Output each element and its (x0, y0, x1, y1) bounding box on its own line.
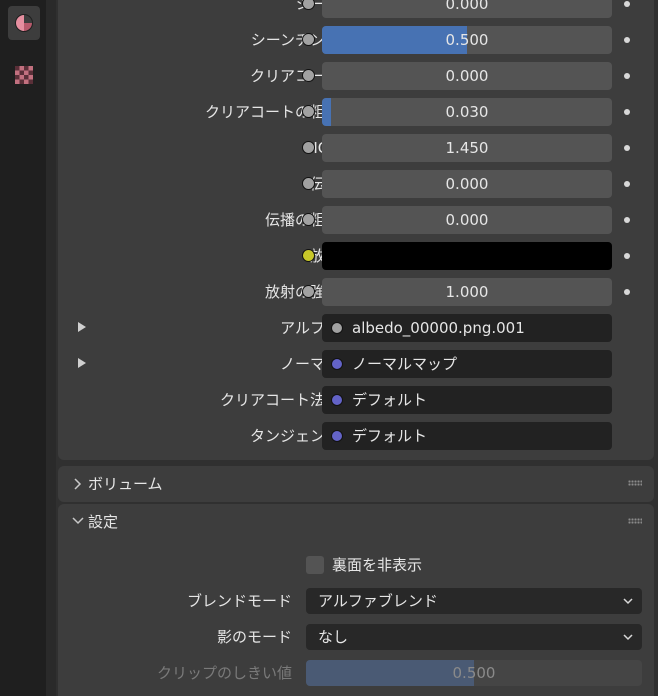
socket-icon (331, 358, 343, 370)
volume-panel-title: ボリューム (88, 475, 163, 493)
shadow-mode-label: 影のモード (216, 628, 292, 646)
keyframe-dot-icon[interactable] (624, 145, 630, 151)
material-icon (15, 14, 33, 32)
property-row: シーン 0.000 (58, 0, 654, 18)
keyframe-dot-icon[interactable] (624, 37, 630, 43)
keyframe-dot-icon[interactable] (624, 289, 630, 295)
slider-value: 0.500 (445, 31, 489, 49)
linked-input-field[interactable]: albedo_00000.png.001 (322, 314, 612, 342)
linked-input-field[interactable]: デフォルト (322, 422, 612, 450)
keyframe-dot-icon[interactable] (624, 109, 630, 115)
settings-panel-header[interactable]: 設定 (58, 504, 654, 540)
value-slider[interactable]: 0.000 (322, 0, 612, 18)
socket-icon[interactable] (302, 285, 315, 298)
settings-panel-title: 設定 (88, 513, 119, 531)
texture-tab[interactable] (8, 58, 40, 92)
keyframe-dot-icon[interactable] (624, 73, 630, 79)
slider-value: 1.450 (445, 139, 489, 157)
tab-strip-gap (46, 0, 56, 696)
clip-threshold-label: クリップのしきい値 (156, 664, 292, 682)
linked-input-value: デフォルト (352, 391, 428, 409)
texture-checker-icon (15, 66, 33, 84)
property-row: 放射の強さ1.000 (58, 278, 654, 306)
keyframe-dot-icon[interactable] (624, 253, 630, 259)
linked-input-value: albedo_00000.png.001 (352, 319, 525, 337)
property-row: クリアコートの粗さ 0.030 (58, 98, 654, 126)
blend-mode-value: アルファブレンド (318, 592, 438, 610)
slider-value: 0.030 (445, 103, 489, 121)
slider-value: 0.000 (445, 0, 489, 13)
clip-threshold-value: 0.500 (452, 664, 496, 682)
value-slider[interactable]: 1.450 (322, 134, 612, 162)
socket-icon (331, 394, 343, 406)
keyframe-dot-icon[interactable] (624, 217, 630, 223)
properties-tab-strip (0, 0, 56, 696)
drag-grip-icon[interactable] (628, 480, 642, 486)
expand-triangle-icon[interactable] (78, 322, 86, 332)
property-row: タンジェント デフォルト (58, 422, 654, 450)
slider-value: 0.000 (445, 175, 489, 193)
value-slider[interactable]: 0.500 (322, 26, 612, 54)
property-row: 伝播の粗さ0.000 (58, 206, 654, 234)
property-row: クリアコート 0.000 (58, 62, 654, 90)
clip-threshold-slider[interactable]: 0.500 (306, 660, 642, 686)
backface-culling-label: 裏面を非表示 (332, 556, 423, 574)
color-swatch[interactable] (322, 242, 612, 270)
property-row: アルファ albedo_00000.png.001 (58, 314, 654, 342)
blend-mode-label: ブレンドモード (186, 592, 292, 610)
value-slider[interactable]: 0.030 (322, 98, 612, 126)
property-row: IOR1.450 (58, 134, 654, 162)
socket-icon (331, 430, 343, 442)
drag-grip-icon[interactable] (628, 518, 642, 524)
chevron-down-icon (623, 634, 633, 641)
socket-icon[interactable] (302, 141, 315, 154)
property-row: 放射 (58, 242, 654, 270)
value-slider[interactable]: 1.000 (322, 278, 612, 306)
keyframe-dot-icon[interactable] (624, 1, 630, 7)
socket-icon[interactable] (302, 213, 315, 226)
chevron-down-icon (623, 598, 633, 605)
material-tab[interactable] (8, 6, 40, 40)
slider-value: 0.000 (445, 211, 489, 229)
property-row: クリアコート法線 デフォルト (58, 386, 654, 414)
property-row: ノーマル ノーマルマップ (58, 350, 654, 378)
surface-properties-panel: シーン 0.000 シーンチント 0.500 クリアコート 0.000 クリアコートの粗さ 0… (58, 0, 654, 460)
socket-icon[interactable] (302, 105, 315, 118)
property-row: 伝播0.000 (58, 170, 654, 198)
slider-value: 1.000 (445, 283, 489, 301)
value-slider[interactable]: 0.000 (322, 206, 612, 234)
socket-icon[interactable] (302, 249, 315, 262)
socket-icon (331, 322, 343, 334)
settings-panel-body: 裏面を非表示 ブレンドモード アルファブレンド 影のモード なし クリップのしき… (58, 540, 654, 696)
linked-input-field[interactable]: デフォルト (322, 386, 612, 414)
slider-value: 0.000 (445, 67, 489, 85)
linked-input-field[interactable]: ノーマルマップ (322, 350, 612, 378)
property-row: シーンチント 0.500 (58, 26, 654, 54)
value-slider[interactable]: 0.000 (322, 62, 612, 90)
expand-triangle-icon[interactable] (78, 358, 86, 368)
blend-mode-dropdown[interactable]: アルファブレンド (306, 588, 642, 614)
socket-icon[interactable] (302, 177, 315, 190)
value-slider[interactable]: 0.000 (322, 170, 612, 198)
chevron-right-icon (74, 478, 82, 490)
linked-input-value: ノーマルマップ (352, 355, 458, 373)
shadow-mode-value: なし (318, 628, 349, 646)
volume-panel-header[interactable]: ボリューム (58, 466, 654, 502)
chevron-down-icon (72, 517, 84, 525)
shadow-mode-dropdown[interactable]: なし (306, 624, 642, 650)
linked-input-value: デフォルト (352, 427, 428, 445)
socket-icon[interactable] (302, 33, 315, 46)
socket-icon[interactable] (302, 69, 315, 82)
backface-culling-checkbox[interactable] (306, 556, 324, 574)
property-label: クリアコートの粗さ (204, 103, 340, 121)
keyframe-dot-icon[interactable] (624, 181, 630, 187)
